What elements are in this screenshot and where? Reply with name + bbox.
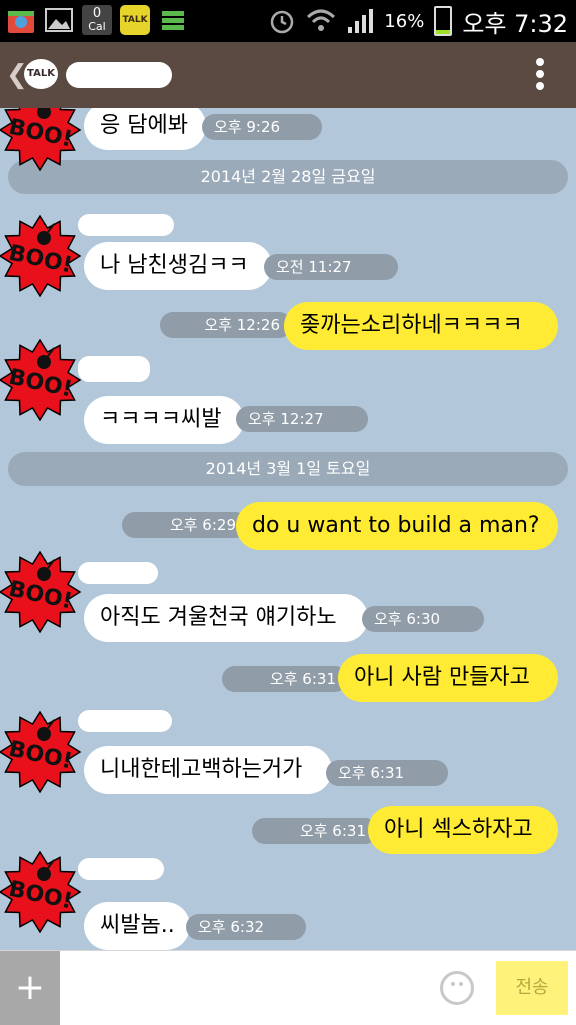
boo-sticker-avatar[interactable]: BOO!: [0, 214, 82, 298]
redacted-chat-name: [66, 62, 172, 88]
boo-burst-icon: BOO!: [0, 108, 82, 172]
boo-burst-icon: BOO!: [0, 850, 82, 934]
redacted-sender-name: [78, 562, 158, 584]
emoticon-icon[interactable]: [440, 971, 474, 1005]
boo-sticker-avatar[interactable]: BOO!: [0, 550, 82, 634]
chat-area[interactable]: 응 담에봐 오후 9:26 2014년 2월 28일 금요일 나 남친생김ㅋㅋ …: [0, 108, 576, 950]
talk-badge: TALK: [24, 59, 58, 89]
date-separator: 2014년 3월 1일 토요일: [8, 452, 568, 486]
input-bar: + 전송: [0, 950, 576, 1025]
attach-plus-button[interactable]: +: [0, 951, 60, 1025]
battery-percent: 16%: [384, 10, 425, 32]
store-app-icon: [6, 5, 36, 35]
boo-sticker-avatar[interactable]: BOO!: [0, 850, 82, 934]
app-drawer-icon: [158, 5, 188, 35]
talk-badge-label: TALK: [27, 68, 55, 79]
calendar-icon: 0 Cal: [82, 5, 112, 35]
message-bubble-incoming: 아직도 겨울천국 얘기하노: [84, 594, 368, 642]
boo-burst-icon: BOO!: [0, 550, 82, 634]
message-time: 오후 6:31: [252, 818, 378, 844]
message-time: 오후 6:31: [326, 760, 448, 786]
message-input[interactable]: [70, 965, 434, 1013]
boo-burst-icon: BOO!: [0, 710, 82, 794]
message-time: 오후 6:29: [122, 512, 248, 538]
redacted-sender-name: [78, 356, 150, 382]
message-bubble-outgoing: 아니 사람 만들자고: [338, 654, 558, 702]
notification-icons: 0 Cal TALK: [6, 5, 188, 35]
date-separator: 2014년 2월 28일 금요일: [8, 160, 568, 194]
calendar-label: Cal: [88, 20, 106, 33]
clock: 오후 7:32: [462, 9, 568, 38]
message-time: 오후 6:30: [362, 606, 484, 632]
overflow-menu-icon[interactable]: [536, 58, 546, 92]
message-bubble-incoming: ㅋㅋㅋㅋ씨발: [84, 396, 244, 444]
gallery-icon: [44, 5, 74, 35]
boo-burst-icon: BOO!: [0, 214, 82, 298]
boo-sticker-avatar[interactable]: BOO!: [0, 710, 82, 794]
calendar-count: 0: [92, 6, 102, 21]
chat-header: ❮ TALK: [0, 42, 576, 108]
status-bar: 0 Cal TALK 16% 오후 7:32: [0, 0, 576, 42]
message-bubble-incoming: 씨발놈..: [84, 902, 190, 950]
message-time: 오후 12:26: [160, 312, 292, 338]
signal-icon: [348, 9, 374, 33]
message-time: 오전 11:27: [264, 254, 398, 280]
message-time: 오후 6:31: [222, 666, 348, 692]
alarm-icon: [271, 10, 294, 34]
message-bubble-outgoing: 아니 섹스하자고: [368, 806, 558, 854]
wifi-icon: [307, 9, 336, 31]
message-bubble-incoming: 나 남친생김ㅋㅋ: [84, 242, 272, 290]
boo-burst-icon: BOO!: [0, 338, 82, 422]
boo-sticker-avatar[interactable]: BOO!: [0, 338, 82, 422]
redacted-sender-name: [78, 858, 164, 880]
redacted-sender-name: [78, 214, 174, 236]
message-bubble-incoming: 니내한테고백하는거가: [84, 746, 332, 794]
message-time: 오후 12:27: [236, 406, 368, 432]
battery-icon: [434, 6, 453, 36]
message-time: 오후 6:32: [186, 914, 306, 940]
redacted-sender-name: [78, 710, 172, 732]
message-bubble-incoming: 응 담에봐: [84, 108, 206, 150]
kakaotalk-label: TALK: [122, 15, 148, 25]
kakaotalk-icon: TALK: [120, 5, 150, 35]
send-button[interactable]: 전송: [496, 961, 568, 1015]
boo-sticker-avatar[interactable]: BOO!: [0, 108, 82, 172]
message-bubble-outgoing: do u want to build a man?: [236, 502, 558, 550]
status-icons: 16% 오후 7:32: [268, 4, 568, 38]
message-bubble-outgoing: 좆까는소리하네ㅋㅋㅋㅋ: [284, 302, 558, 350]
message-time: 오후 9:26: [202, 114, 322, 140]
